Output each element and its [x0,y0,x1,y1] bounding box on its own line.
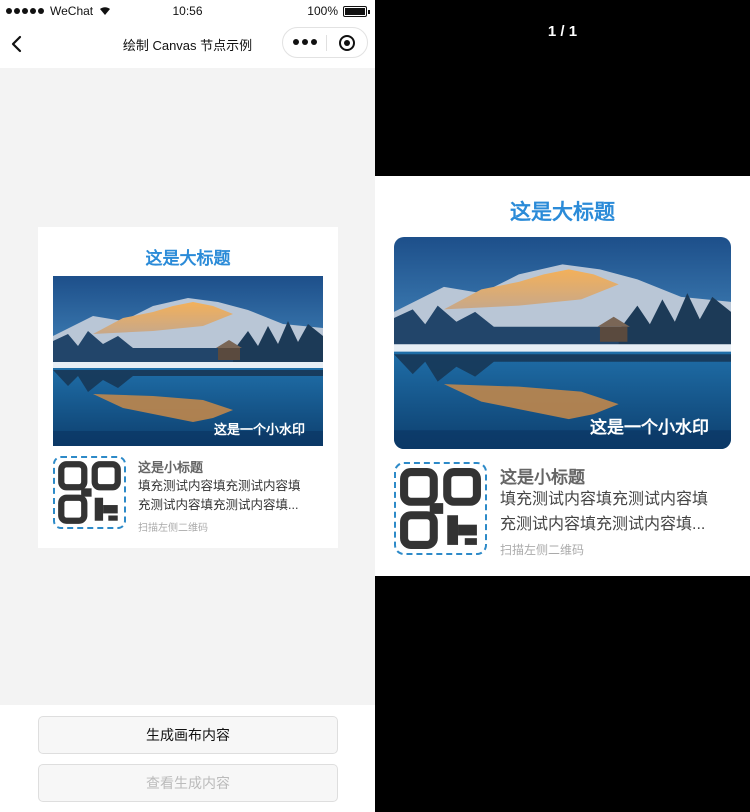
canvas-card: 这是大标题 这是一个小水印 这是小标题 填充测试内容填充测试内容填 充测试内容填… [38,227,338,548]
image-preview[interactable]: 1 / 1 这是大标题 这是一个小水印 这是小标题 填充测试内容填充测试内容填 … [375,0,750,812]
desc-line: 填充测试内容填充测试内容填 [138,479,301,493]
card-subtitle: 这是小标题 [138,460,204,475]
view-generated-button[interactable]: 查看生成内容 [38,764,338,802]
preview-title: 这是大标题 [510,201,615,224]
capsule-divider [326,35,327,51]
preview-image: 这是大标题 这是一个小水印 这是小标题 填充测试内容填充测试内容填 充测试内容填… [375,176,750,576]
qr-code [53,456,126,529]
more-icon[interactable] [293,39,317,45]
battery-group: 100% [307,4,370,18]
scan-hint: 扫描左侧二维码 [138,523,208,534]
card-title: 这是大标题 [145,249,231,268]
nav-bar: 绘制 Canvas 节点示例 [0,22,375,68]
landscape-image: 这是一个小水印 [53,276,323,446]
battery-icon [343,5,370,17]
preview-watermark: 这是一个小水印 [590,418,709,437]
preview-counter: 1 / 1 [547,23,578,40]
preview-desc-line: 填充测试内容填充测试内容填 [500,491,709,508]
target-icon[interactable] [338,34,356,52]
mini-program-capsule [282,27,368,58]
generate-canvas-button[interactable]: 生成画布内容 [38,716,338,754]
bottom-actions: 生成画布内容 查看生成内容 [0,705,375,812]
preview-hint: 扫描左侧二维码 [500,543,585,557]
preview-landscape-image: 这是一个小水印 [394,237,731,449]
battery-percent: 100% [307,4,338,18]
phone-screen: WeChat 10:56 100% 绘制 Canvas 节点示例 这是大标题 这… [0,0,375,812]
desc-line: 充测试内容填充测试内容填... [138,498,299,512]
preview-desc-line: 充测试内容填充测试内容填... [500,516,706,533]
preview-qr-code [394,462,487,555]
watermark-text: 这是一个小水印 [213,422,305,437]
preview-description: 填充测试内容填充测试内容填 充测试内容填充测试内容填... [500,487,745,537]
status-bar: WeChat 10:56 100% [0,0,375,22]
preview-subtitle: 这是小标题 [500,468,585,487]
card-description: 填充测试内容填充测试内容填 充测试内容填充测试内容填... [138,477,328,515]
